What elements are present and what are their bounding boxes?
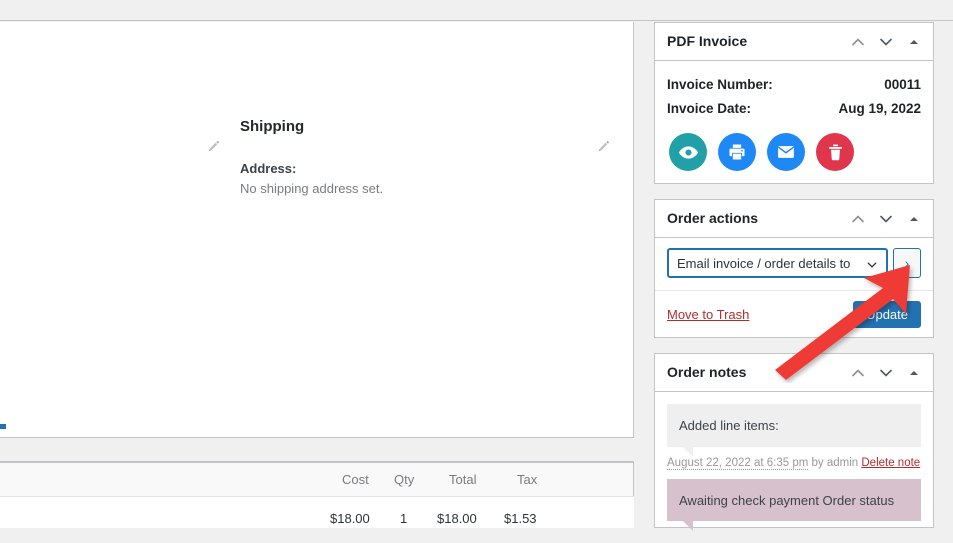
cell-total: $18.00 xyxy=(437,511,477,526)
order-action-select-value: Email invoice / order details to xyxy=(677,255,851,271)
order-actions-footer: Move to Trash Update xyxy=(655,291,933,338)
order-notes-controls xyxy=(845,354,927,392)
order-notes-header: Order notes xyxy=(655,354,933,393)
delete-invoice-button[interactable] xyxy=(816,133,854,172)
order-data-panel: Shipping Address: No shipping address se… xyxy=(0,22,634,438)
apply-order-action-button[interactable]: › xyxy=(893,248,921,279)
invoice-number-value: 00011 xyxy=(884,77,921,92)
col-header-cost: Cost xyxy=(342,472,369,487)
cell-cost: $18.00 xyxy=(330,511,370,526)
move-up-icon[interactable] xyxy=(845,358,871,388)
order-note-text: Added line items: xyxy=(667,404,921,457)
invoice-action-buttons xyxy=(667,133,921,172)
shipping-address-value: No shipping address set. xyxy=(240,181,384,197)
order-note-author: by admin xyxy=(811,456,859,469)
col-header-qty: Qty xyxy=(394,472,415,487)
toggle-panel-icon[interactable] xyxy=(901,204,927,234)
invoice-date-label: Invoice Date: xyxy=(667,100,752,116)
order-actions-controls xyxy=(845,200,927,238)
email-invoice-button[interactable] xyxy=(767,133,805,172)
sidebar-column: PDF Invoice Invoice Number: 00011 Invoic… xyxy=(654,22,934,543)
col-header-tax: Tax xyxy=(517,472,538,487)
chevron-down-icon xyxy=(867,262,877,269)
shipping-address-label: Address: xyxy=(240,160,297,176)
move-up-icon[interactable] xyxy=(845,204,871,234)
order-item-row: $18.00 1 $18.00 $1.53 xyxy=(0,496,634,528)
order-action-select[interactable]: Email invoice / order details to xyxy=(667,248,888,279)
move-down-icon[interactable] xyxy=(873,27,899,57)
order-note-meta: August 22, 2022 at 6:35 pm by admin Dele… xyxy=(667,447,921,473)
toggle-panel-icon[interactable] xyxy=(901,27,927,57)
pdf-invoice-header: PDF Invoice xyxy=(655,23,933,61)
order-notes-title: Order notes xyxy=(667,363,747,380)
order-items-panel: Cost Qty Total Tax $18.00 1 $18.00 $1.53 xyxy=(0,462,634,528)
admin-top-bar-strip xyxy=(0,0,953,21)
pdf-invoice-controls xyxy=(845,23,927,61)
toggle-panel-icon[interactable] xyxy=(901,358,927,388)
invoice-date-row: Invoice Date: Aug 19, 2022 xyxy=(667,97,921,121)
order-note-item: Added line items: August 22, 2022 at 6:3… xyxy=(667,404,921,472)
move-down-icon[interactable] xyxy=(873,358,899,388)
order-actions-body: Email invoice / order details to › xyxy=(655,238,933,292)
order-actions-title: Order actions xyxy=(667,209,759,226)
order-notes-list: Added line items: August 22, 2022 at 6:3… xyxy=(655,392,933,531)
order-note-text: Awaiting check payment Order status xyxy=(667,478,921,531)
order-actions-header: Order actions xyxy=(655,200,933,239)
move-up-icon[interactable] xyxy=(845,27,871,57)
shipping-section: Shipping Address: No shipping address se… xyxy=(240,117,600,200)
order-notes-panel: Order notes Added line items: August 22,… xyxy=(654,353,934,531)
move-down-icon[interactable] xyxy=(873,204,899,234)
move-to-trash-link[interactable]: Move to Trash xyxy=(667,307,749,322)
invoice-number-label: Invoice Number: xyxy=(667,77,773,92)
cell-qty: 1 xyxy=(400,511,408,526)
col-header-total: Total xyxy=(449,472,477,487)
panel-gap xyxy=(0,438,634,462)
invoice-date-value: Aug 19, 2022 xyxy=(838,100,921,116)
delete-note-link[interactable]: Delete note xyxy=(861,457,920,469)
pdf-invoice-panel: PDF Invoice Invoice Number: 00011 Invoic… xyxy=(654,22,934,185)
invoice-number-row: Invoice Number: 00011 xyxy=(667,73,921,97)
order-items-header-row: Cost Qty Total Tax xyxy=(0,463,633,495)
print-invoice-button[interactable] xyxy=(718,133,756,172)
pdf-invoice-body: Invoice Number: 00011 Invoice Date: Aug … xyxy=(655,61,933,183)
order-actions-panel: Order actions Email invoice / order deta… xyxy=(654,199,934,339)
shipping-heading: Shipping xyxy=(240,118,305,135)
edit-shipping-pencil-icon-left[interactable] xyxy=(207,140,220,153)
view-invoice-button[interactable] xyxy=(669,133,707,172)
order-note-item: Awaiting check payment Order status xyxy=(667,478,921,531)
cell-tax: $1.53 xyxy=(504,511,537,526)
order-note-date: August 22, 2022 at 6:35 pm xyxy=(667,456,809,470)
clipped-link-fragment[interactable] xyxy=(0,424,6,429)
update-button[interactable]: Update xyxy=(853,300,921,328)
pdf-invoice-title: PDF Invoice xyxy=(667,32,748,49)
